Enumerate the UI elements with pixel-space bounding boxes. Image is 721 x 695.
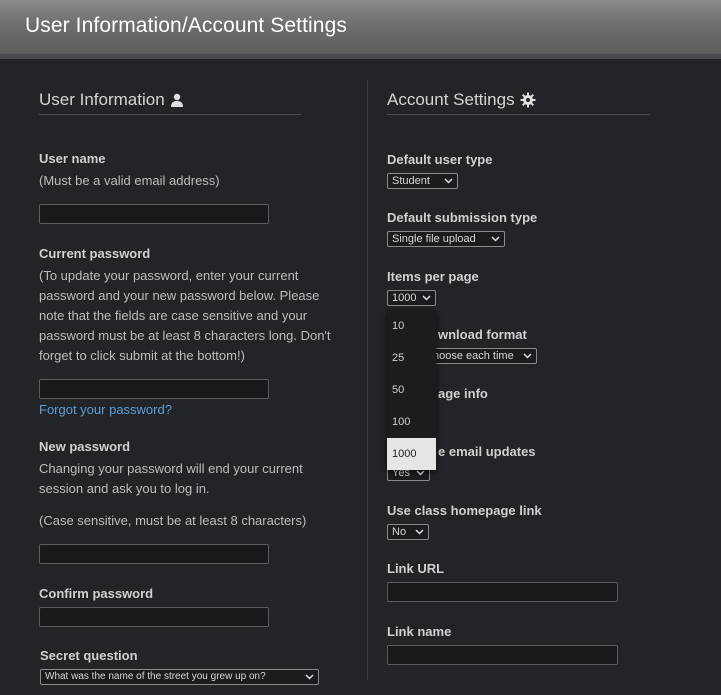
default-submission-type-label: Default submission type <box>387 210 538 225</box>
default-user-type-select[interactable]: Student <box>387 173 458 189</box>
new-password-input[interactable] <box>39 544 269 564</box>
chevron-down-icon <box>415 529 424 535</box>
account-settings-heading-text: Account Settings <box>387 90 515 109</box>
chevron-down-icon <box>305 674 314 680</box>
chevron-down-icon <box>444 178 453 184</box>
items-per-page-dropdown: 10 25 50 100 1000 <box>387 310 436 470</box>
chevron-down-icon <box>416 470 425 476</box>
default-user-type-value: Student <box>392 175 430 187</box>
username-input[interactable] <box>39 204 269 224</box>
items-per-page-option[interactable]: 50 <box>387 374 436 406</box>
user-information-heading: User Information <box>39 90 301 115</box>
chevron-down-icon <box>422 295 432 301</box>
page-info-label: age info <box>438 386 488 401</box>
account-settings-heading: Account Settings <box>387 90 650 115</box>
column-divider <box>367 80 368 680</box>
chevron-down-icon <box>491 236 500 242</box>
new-password-hint: Changing your password will end your cur… <box>39 461 303 496</box>
class-homepage-link-select[interactable]: No <box>387 524 429 540</box>
download-format-select[interactable]: hoose each time <box>431 348 537 364</box>
email-updates-label: e email updates <box>438 444 536 459</box>
secret-question-select[interactable]: What was the name of the street you grew… <box>40 669 319 685</box>
new-password-label: New password <box>39 439 131 454</box>
username-label: User name <box>39 151 106 166</box>
download-format-label: wnload format <box>438 327 527 342</box>
items-per-page-option[interactable]: 100 <box>387 406 436 438</box>
class-homepage-link-value: No <box>392 526 407 538</box>
forgot-password-link[interactable]: Forgot your password? <box>39 402 172 417</box>
gear-icon <box>520 92 536 108</box>
link-url-label: Link URL <box>387 561 445 576</box>
link-name-input[interactable] <box>387 645 618 665</box>
default-submission-type-value: Single file upload <box>392 233 476 245</box>
title-bar: User Information/Account Settings <box>0 0 721 59</box>
current-password-input[interactable] <box>39 379 269 399</box>
current-password-label: Current password <box>39 246 151 261</box>
page-title: User Information/Account Settings <box>25 14 347 37</box>
items-per-page-select[interactable]: 1000 <box>387 290 436 306</box>
items-per-page-value: 1000 <box>392 292 417 304</box>
items-per-page-option-selected[interactable]: 1000 <box>387 438 436 470</box>
chevron-down-icon <box>523 353 532 359</box>
items-per-page-option[interactable]: 10 <box>387 310 436 342</box>
current-password-hint: (To update your password, enter your cur… <box>39 268 331 363</box>
user-icon <box>170 93 183 107</box>
download-format-value: hoose each time <box>433 350 514 362</box>
items-per-page-option[interactable]: 25 <box>387 342 436 374</box>
new-password-hint-2: (Case sensitive, must be at least 8 char… <box>39 513 307 528</box>
confirm-password-input[interactable] <box>39 607 269 627</box>
secret-question-value: What was the name of the street you grew… <box>45 671 266 682</box>
class-homepage-link-label: Use class homepage link <box>387 503 542 518</box>
items-per-page-label: Items per page <box>387 269 479 284</box>
link-url-input[interactable] <box>387 582 618 602</box>
default-submission-type-select[interactable]: Single file upload <box>387 231 505 247</box>
secret-question-label: Secret question <box>40 648 138 663</box>
confirm-password-label: Confirm password <box>39 586 154 601</box>
default-user-type-label: Default user type <box>387 152 493 167</box>
user-information-heading-text: User Information <box>39 90 165 109</box>
username-hint: (Must be a valid email address) <box>39 173 220 188</box>
link-name-label: Link name <box>387 624 452 639</box>
